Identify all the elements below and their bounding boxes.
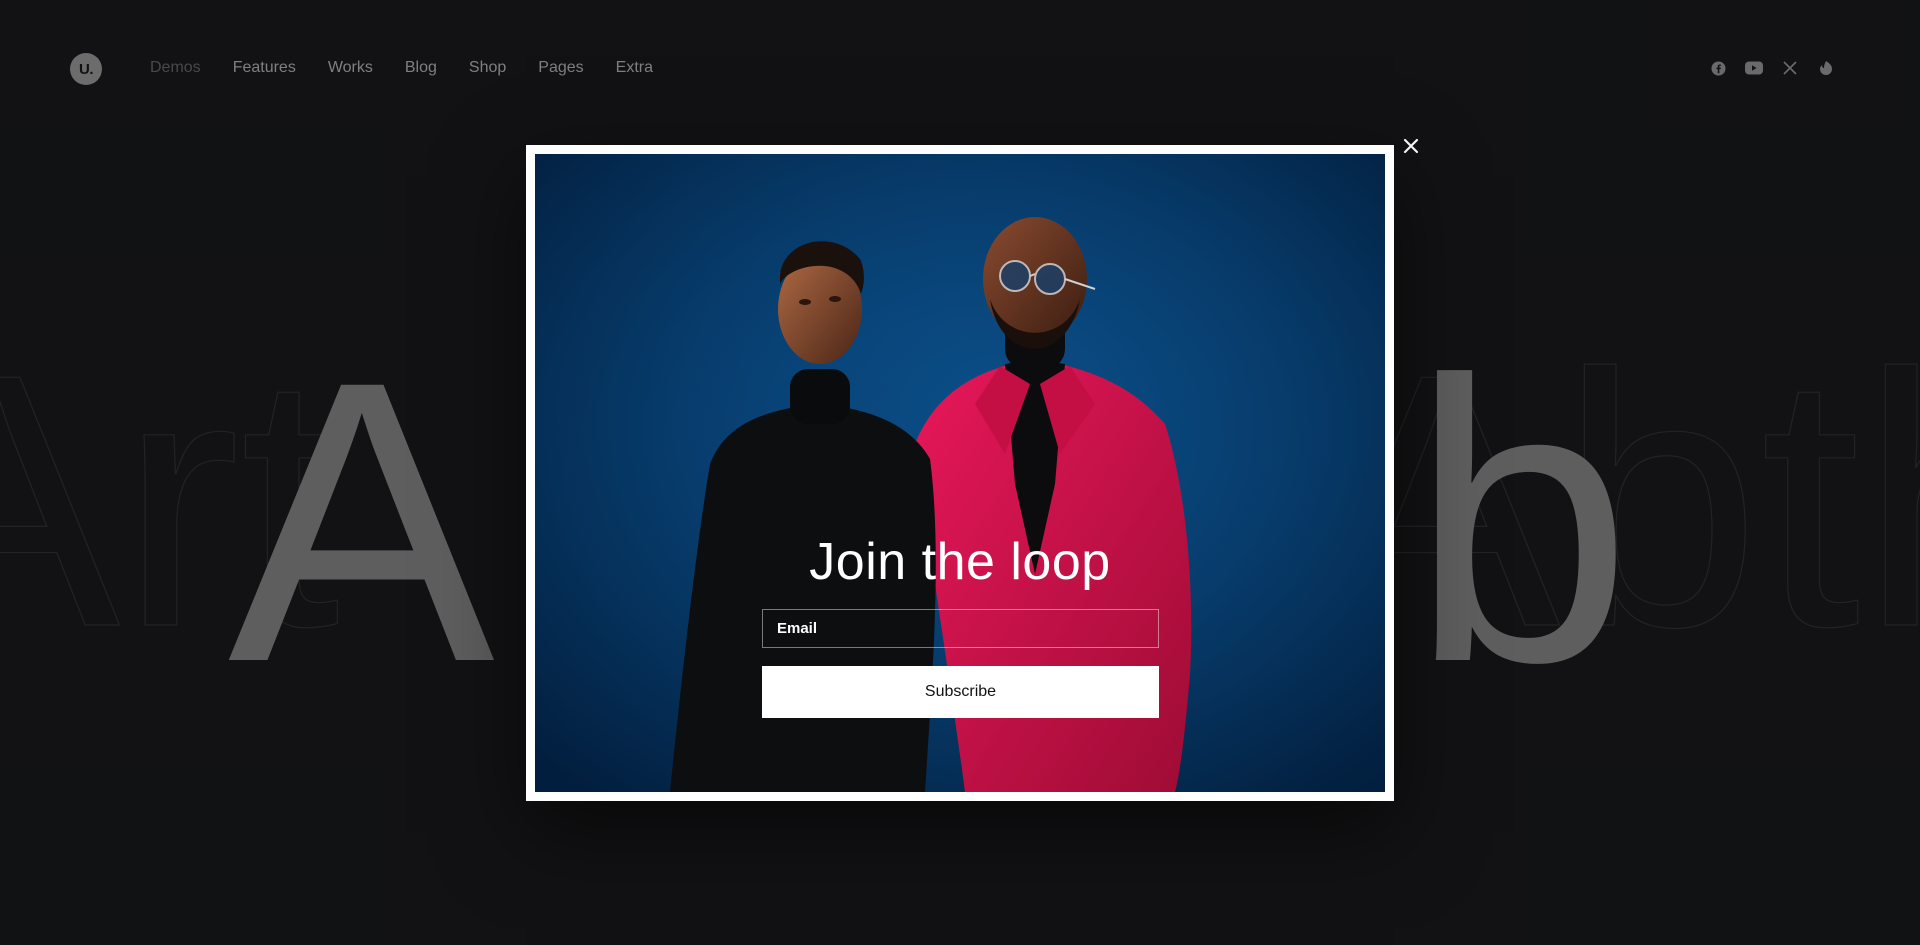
close-icon <box>1403 138 1419 154</box>
popup-title: Join the loop <box>809 533 1111 591</box>
subscribe-button[interactable]: Subscribe <box>762 666 1159 718</box>
popup-content: Join the loop Subscribe <box>535 154 1385 792</box>
popup-photo: Join the loop Subscribe <box>535 154 1385 792</box>
close-button[interactable] <box>1399 134 1423 158</box>
newsletter-popup: Join the loop Subscribe <box>526 145 1394 801</box>
email-input[interactable] <box>762 609 1159 648</box>
